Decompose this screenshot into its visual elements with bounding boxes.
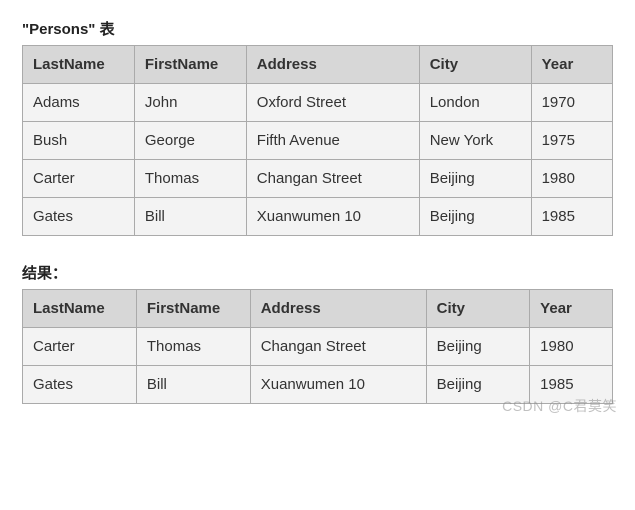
col-lastname: LastName bbox=[23, 290, 137, 328]
cell: Bush bbox=[23, 122, 135, 160]
cell: 1980 bbox=[531, 160, 612, 198]
cell: 1970 bbox=[531, 84, 612, 122]
cell: John bbox=[134, 84, 246, 122]
cell: 1980 bbox=[530, 328, 613, 366]
col-year: Year bbox=[530, 290, 613, 328]
col-firstname: FirstName bbox=[136, 290, 250, 328]
cell: Beijing bbox=[426, 366, 530, 404]
cell: Changan Street bbox=[250, 328, 426, 366]
col-city: City bbox=[426, 290, 530, 328]
cell: Beijing bbox=[419, 198, 531, 236]
table-row: Gates Bill Xuanwumen 10 Beijing 1985 bbox=[23, 366, 613, 404]
table-header-row: LastName FirstName Address City Year bbox=[23, 290, 613, 328]
cell: Bill bbox=[136, 366, 250, 404]
cell: New York bbox=[419, 122, 531, 160]
table-row: Carter Thomas Changan Street Beijing 198… bbox=[23, 160, 613, 198]
persons-table: LastName FirstName Address City Year Ada… bbox=[22, 45, 613, 236]
table-row: Carter Thomas Changan Street Beijing 198… bbox=[23, 328, 613, 366]
cell: Gates bbox=[23, 366, 137, 404]
cell: 1985 bbox=[531, 198, 612, 236]
table-row: Adams John Oxford Street London 1970 bbox=[23, 84, 613, 122]
cell: Oxford Street bbox=[246, 84, 419, 122]
col-address: Address bbox=[246, 46, 419, 84]
cell: George bbox=[134, 122, 246, 160]
cell: Beijing bbox=[426, 328, 530, 366]
col-firstname: FirstName bbox=[134, 46, 246, 84]
cell: Bill bbox=[134, 198, 246, 236]
table1-title: "Persons" 表 bbox=[22, 18, 613, 39]
cell: Xuanwumen 10 bbox=[246, 198, 419, 236]
cell: Carter bbox=[23, 160, 135, 198]
cell: Gates bbox=[23, 198, 135, 236]
cell: Changan Street bbox=[246, 160, 419, 198]
cell: Thomas bbox=[134, 160, 246, 198]
cell: London bbox=[419, 84, 531, 122]
col-address: Address bbox=[250, 290, 426, 328]
cell: Adams bbox=[23, 84, 135, 122]
table-header-row: LastName FirstName Address City Year bbox=[23, 46, 613, 84]
cell: Xuanwumen 10 bbox=[250, 366, 426, 404]
table-row: Bush George Fifth Avenue New York 1975 bbox=[23, 122, 613, 160]
table-row: Gates Bill Xuanwumen 10 Beijing 1985 bbox=[23, 198, 613, 236]
col-year: Year bbox=[531, 46, 612, 84]
col-city: City bbox=[419, 46, 531, 84]
cell: 1985 bbox=[530, 366, 613, 404]
cell: Carter bbox=[23, 328, 137, 366]
result-table: LastName FirstName Address City Year Car… bbox=[22, 289, 613, 404]
cell: Beijing bbox=[419, 160, 531, 198]
cell: Fifth Avenue bbox=[246, 122, 419, 160]
cell: 1975 bbox=[531, 122, 612, 160]
table2-title: 结果： bbox=[22, 262, 613, 283]
cell: Thomas bbox=[136, 328, 250, 366]
col-lastname: LastName bbox=[23, 46, 135, 84]
